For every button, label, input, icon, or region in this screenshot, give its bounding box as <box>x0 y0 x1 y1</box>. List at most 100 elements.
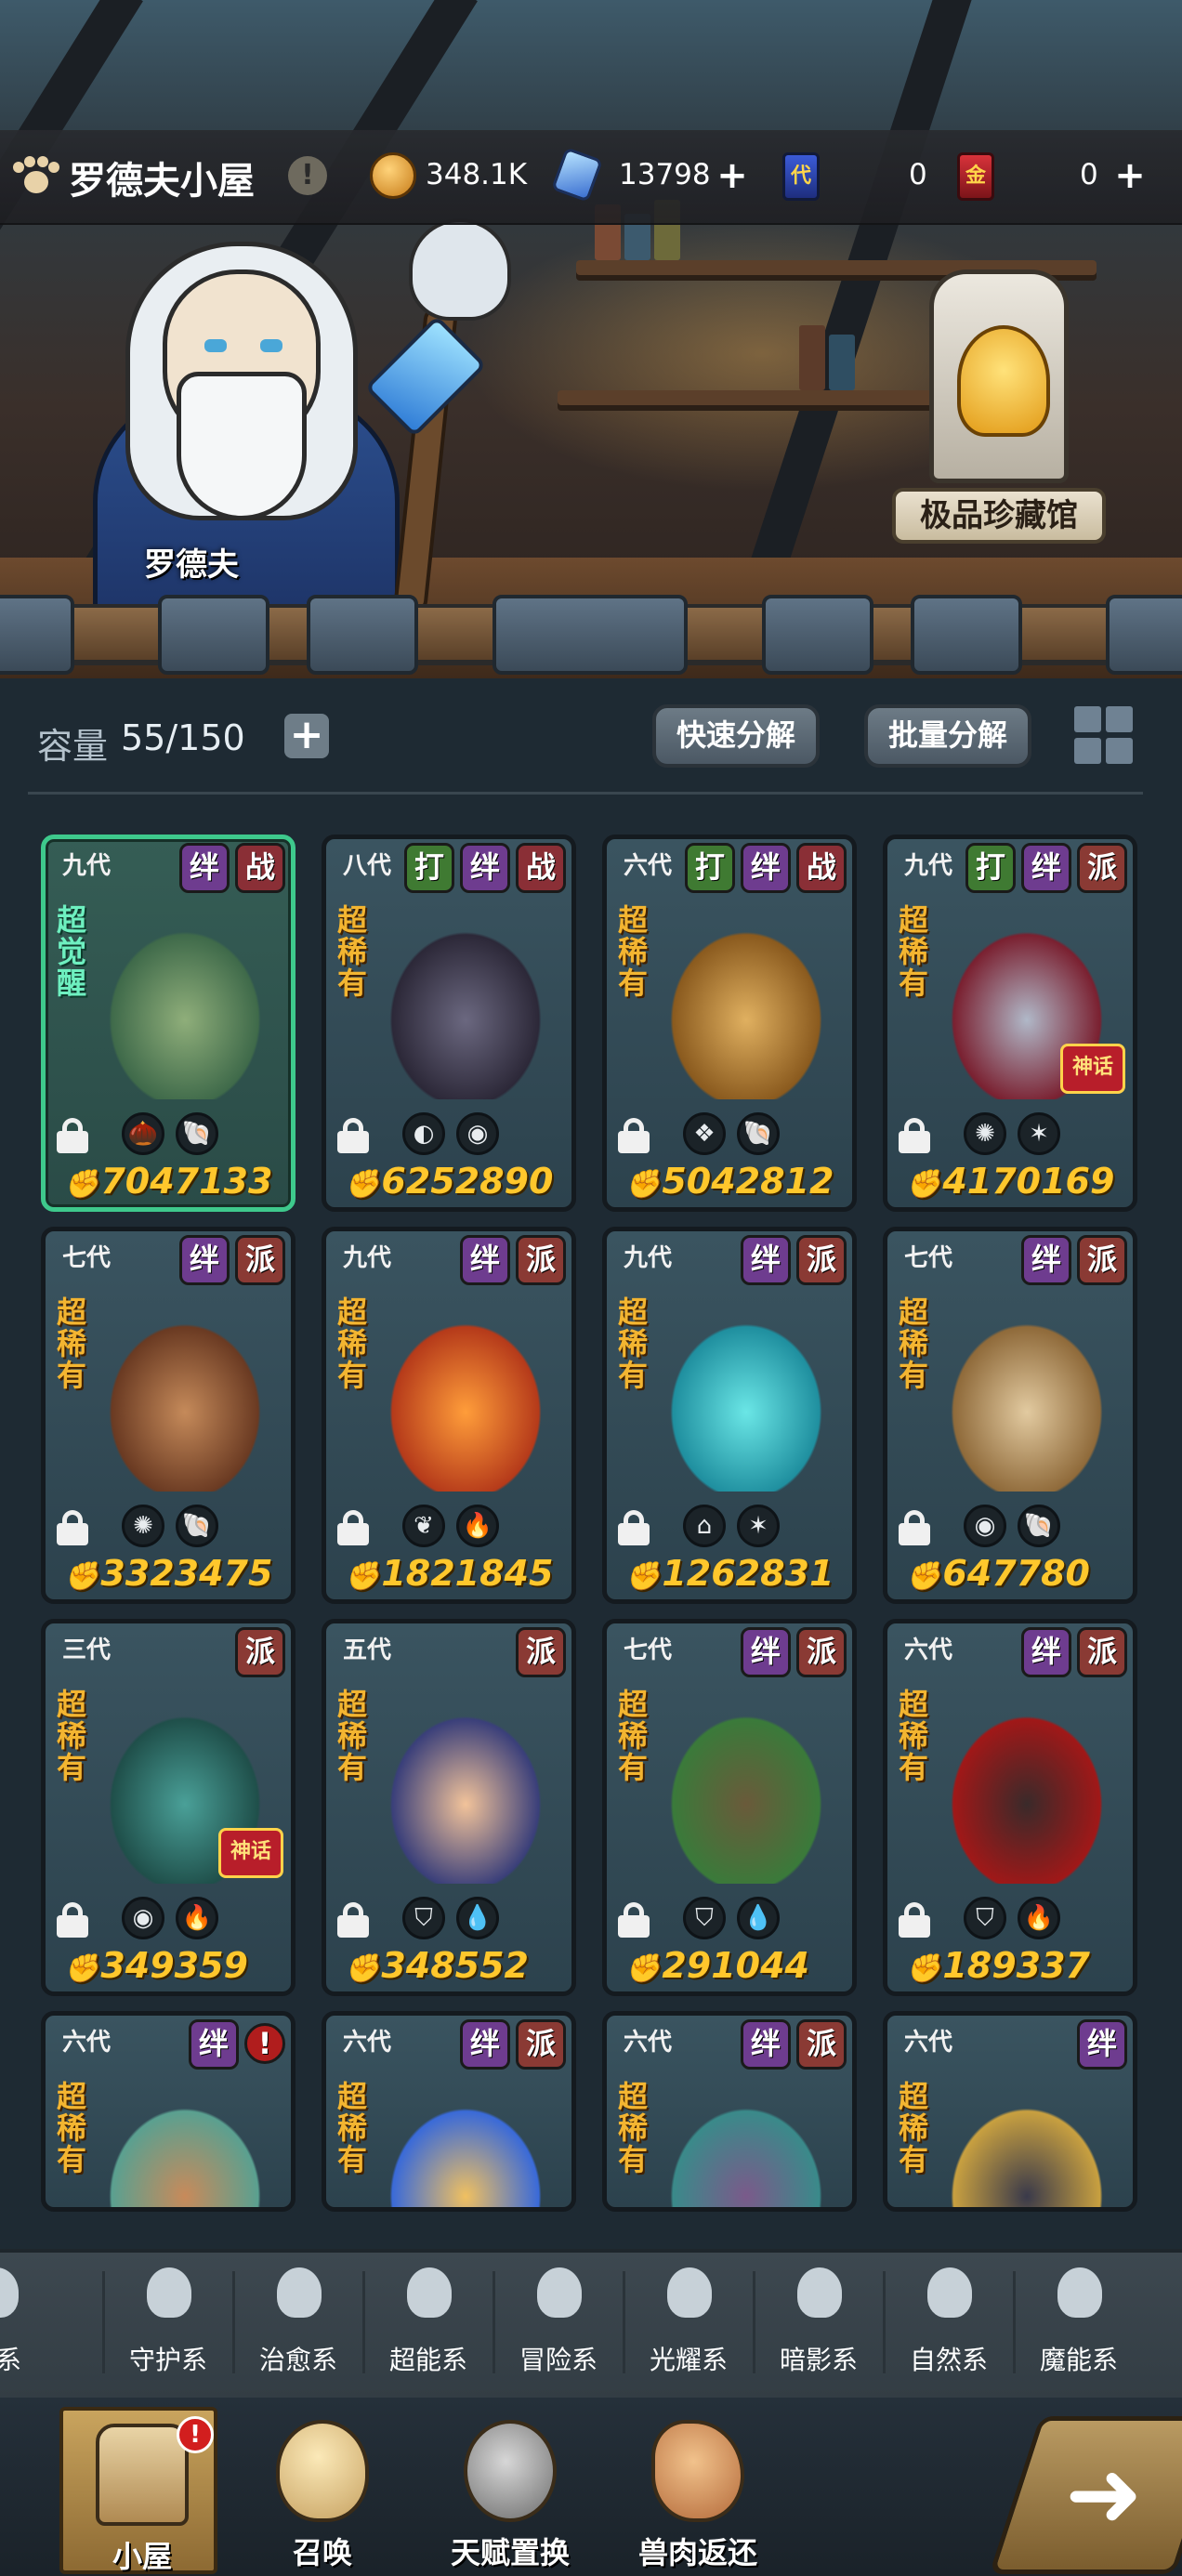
wizard-eye <box>260 339 282 352</box>
nav-talent-swap[interactable]: 天赋置换 <box>431 2407 589 2574</box>
grid-view-icon[interactable] <box>1072 704 1137 766</box>
trait-tags: 绊派 <box>741 1235 847 1285</box>
trait-tag: 绊 <box>460 843 510 893</box>
power-value: ✊7047133 <box>64 1161 272 1202</box>
trait-tag: 打 <box>685 843 735 893</box>
arrow-right-icon: ➜ <box>1065 2439 1143 2548</box>
pet-portrait <box>943 1707 1110 1884</box>
trait-tag: 绊 <box>1021 1627 1071 1677</box>
lock-icon[interactable] <box>899 1510 930 1545</box>
rarity-label: 超稀有 <box>337 902 368 1001</box>
lock-icon[interactable] <box>337 1902 369 1938</box>
lock-icon[interactable] <box>337 1510 369 1545</box>
alert-badge: ! <box>177 2416 214 2453</box>
trait-tags: 绊派 <box>741 1627 847 1677</box>
pet-card[interactable]: 五代 派超稀有 ⛉ 💧 ✊348552 <box>322 1619 576 1996</box>
lock-icon[interactable] <box>899 1902 930 1938</box>
trait-tag: 绊 <box>179 843 230 893</box>
lock-icon[interactable] <box>57 1118 88 1153</box>
batch-decompose-button[interactable]: 批量分解 <box>864 704 1032 768</box>
trait-tag: 打 <box>404 843 454 893</box>
red-ticket-add-button[interactable]: + <box>1113 157 1147 194</box>
lock-icon[interactable] <box>618 1902 650 1938</box>
museum-button[interactable]: 极品珍藏馆 <box>892 488 1106 544</box>
pet-card[interactable]: 八代打绊战超稀有 ◐ ◉ ✊6252890 <box>322 835 576 1212</box>
category-shadow[interactable]: 暗影系 <box>758 2260 879 2390</box>
category-psychic[interactable]: 超能系 <box>368 2260 489 2390</box>
trait-tag: 绊 <box>189 2019 239 2070</box>
pet-portrait <box>101 1315 269 1492</box>
nav-meat-refund[interactable]: 兽肉返还 <box>619 2407 777 2574</box>
pet-card[interactable]: 六代打绊战超稀有 ❖ 🐚 ✊5042812 <box>602 835 857 1212</box>
fist-icon: ✊ <box>64 1560 99 1593</box>
generation-label: 六代 <box>624 2029 673 2057</box>
pet-card[interactable]: 九代打绊派超稀有 神话 ✺ ✶ ✊4170169 <box>883 835 1137 1212</box>
power-number: 5042812 <box>662 1161 834 1202</box>
npc-wizard[interactable] <box>74 232 427 632</box>
trait-tag: 派 <box>796 1627 847 1677</box>
generation-label: 六代 <box>624 852 673 880</box>
category-leaf[interactable]: 自然系 <box>888 2260 1009 2390</box>
lock-icon[interactable] <box>337 1118 369 1153</box>
category-adventure[interactable]: 冒险系 <box>498 2260 619 2390</box>
crystal-add-button[interactable]: + <box>716 157 749 194</box>
pet-portrait <box>101 923 269 1099</box>
quick-decompose-button[interactable]: 快速分解 <box>652 704 821 768</box>
red-ticket-value: 0 <box>1080 158 1098 191</box>
fist-icon: ✊ <box>625 1168 661 1201</box>
power-value: ✊6252890 <box>345 1161 553 1202</box>
lock-icon[interactable] <box>57 1510 88 1545</box>
trait-tags: 绊派 <box>179 1235 285 1285</box>
category-fist[interactable]: 斗系 <box>0 2260 56 2390</box>
lock-icon[interactable] <box>57 1902 88 1938</box>
pet-card[interactable]: 九代 绊战超觉醒 🌰 🐚 ✊7047133 <box>41 835 296 1212</box>
gold-resource: 348.1K <box>370 149 537 204</box>
trait-tag: 绊 <box>1077 2019 1127 2070</box>
trait-tag: 绊 <box>460 1235 510 1285</box>
category-sprout[interactable]: 治愈系 <box>238 2260 359 2390</box>
nav-house[interactable]: ! 小屋 <box>59 2407 217 2574</box>
pet-card[interactable]: 六代 绊派超稀有 ⛉ 🔥 ✊189337 <box>883 1619 1137 1996</box>
blue-ticket-icon: 代 <box>782 152 820 201</box>
pet-card[interactable]: 九代 绊派超稀有 ❦ 🔥 ✊1821845 <box>322 1227 576 1604</box>
category-light[interactable]: 光耀系 <box>628 2260 749 2390</box>
museum-building[interactable] <box>892 260 1115 493</box>
pet-card[interactable]: 七代 绊派超稀有 ✺ 🐚 ✊3323475 <box>41 1227 296 1604</box>
category-label: 冒险系 <box>519 2345 598 2375</box>
fist-icon: ✊ <box>906 1168 941 1201</box>
category-separator <box>492 2271 495 2373</box>
category-magic[interactable]: 魔能系 <box>1018 2260 1139 2390</box>
pet-card[interactable]: 六代 绊派超稀有 <box>322 2011 576 2212</box>
rarity-label: 超稀有 <box>618 2079 649 2177</box>
element-icon: ⌂ <box>683 1505 726 1547</box>
pet-card[interactable]: 三代 派超稀有 神话 ◉ 🔥 ✊349359 <box>41 1619 296 1996</box>
info-icon[interactable]: ! <box>288 156 327 195</box>
nav-talent-swap-label: 天赋置换 <box>450 2535 570 2570</box>
category-shield[interactable]: 守护系 <box>108 2260 229 2390</box>
nav-meat-refund-label: 兽肉返还 <box>637 2535 757 2570</box>
generation-label: 六代 <box>904 2029 953 2057</box>
lock-icon[interactable] <box>899 1118 930 1153</box>
category-separator <box>362 2271 365 2373</box>
nav-summon[interactable]: 召唤 <box>243 2407 401 2574</box>
lock-icon[interactable] <box>618 1510 650 1545</box>
pet-card[interactable]: 九代 绊派超稀有 ⌂ ✶ ✊1262831 <box>602 1227 857 1604</box>
category-label: 光耀系 <box>649 2345 728 2375</box>
pet-card[interactable]: 七代 绊派超稀有 ⛉ 💧 ✊291044 <box>602 1619 857 1996</box>
trait-tag: 绊 <box>741 1235 791 1285</box>
category-label: 自然系 <box>909 2345 988 2375</box>
generation-label: 六代 <box>62 2029 112 2057</box>
pet-card[interactable]: 六代 绊派超稀有 <box>602 2011 857 2212</box>
pet-card[interactable]: 六代 绊超稀有 <box>883 2011 1137 2212</box>
category-separator <box>883 2271 886 2373</box>
element-icon: ✶ <box>1018 1112 1060 1155</box>
pet-card[interactable]: 七代 绊派超稀有 ◉ 🐚 ✊647780 <box>883 1227 1137 1604</box>
lock-icon[interactable] <box>618 1118 650 1153</box>
element-icon: 🐚 <box>1018 1505 1060 1547</box>
fist-icon: ✊ <box>625 1952 661 1985</box>
generation-label: 九代 <box>624 1244 673 1272</box>
trait-tag: 派 <box>516 2019 566 2070</box>
pet-card[interactable]: 六代 绊! 超稀有 <box>41 2011 296 2212</box>
element-icon: ❦ <box>402 1505 445 1547</box>
capacity-add-button[interactable]: + <box>284 714 329 758</box>
